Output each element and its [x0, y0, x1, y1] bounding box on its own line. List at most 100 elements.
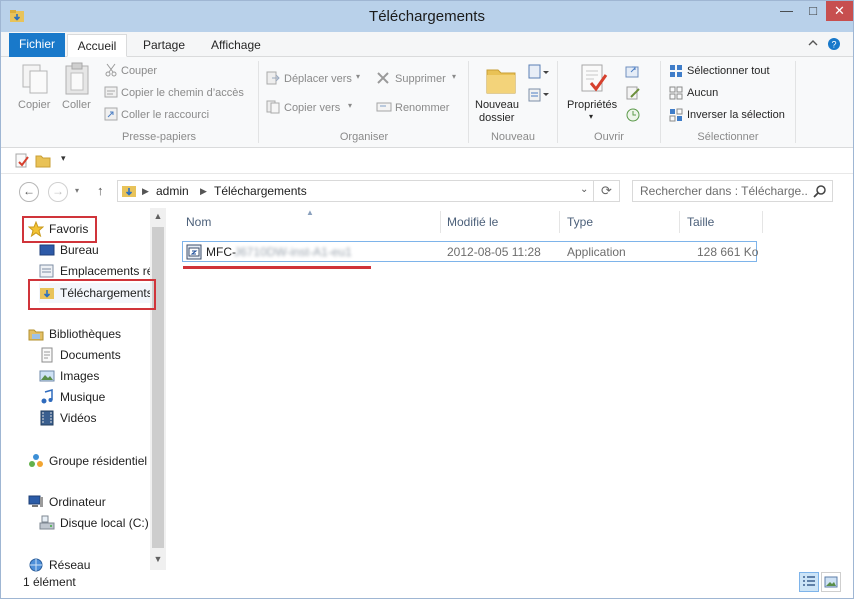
customize-toolbar-icon[interactable]: ▾ — [61, 153, 66, 164]
scissors-icon — [105, 63, 117, 77]
tab-home[interactable]: Accueil — [67, 34, 127, 57]
window-title: Téléchargements — [369, 8, 485, 25]
column-header-size[interactable]: Taille — [687, 215, 714, 229]
annotation-box-favorites — [22, 216, 97, 243]
navigation-pane: Favoris Bureau Emplacements récents Télé… — [1, 208, 166, 572]
search-input[interactable] — [633, 181, 809, 201]
pictures-icon — [39, 370, 55, 382]
column-header-modified[interactable]: Modifié le — [447, 215, 498, 229]
column-divider[interactable] — [762, 211, 763, 233]
nav-documents[interactable]: Documents — [39, 345, 150, 365]
invert-selection-button[interactable]: Inverser la sélection — [687, 109, 785, 121]
new-folder-button-line2[interactable]: dossier — [479, 112, 514, 124]
copy-to-icon — [266, 100, 280, 114]
documents-icon — [41, 347, 53, 363]
search-icon[interactable] — [813, 184, 827, 198]
quick-access-toolbar: ▾ — [1, 148, 853, 174]
tab-share[interactable]: Partage — [133, 34, 195, 57]
breadcrumb-separator-icon[interactable]: ▶ — [200, 186, 207, 197]
navigation-scrollbar[interactable]: ▲ ▼ — [150, 208, 166, 570]
homegroup-icon — [29, 454, 43, 467]
minimize-button[interactable]: — — [773, 1, 800, 21]
select-none-button[interactable]: Aucun — [687, 87, 718, 99]
file-type: Application — [567, 245, 626, 259]
column-divider[interactable] — [440, 211, 441, 233]
properties-dropdown-icon[interactable]: ▾ — [589, 112, 593, 121]
breadcrumb-separator-icon[interactable]: ▶ — [142, 186, 149, 197]
column-header-type[interactable]: Type — [567, 215, 593, 229]
status-bar: 1 élément — [1, 572, 853, 598]
copy-button[interactable]: Copier — [18, 99, 50, 111]
nav-pictures[interactable]: Images — [39, 366, 150, 386]
paste-shortcut-button[interactable]: Coller le raccourci — [121, 109, 209, 121]
scroll-down-icon[interactable]: ▼ — [150, 554, 166, 564]
item-count: 1 élément — [23, 575, 76, 589]
edit-icon[interactable] — [625, 85, 641, 101]
properties-icon[interactable] — [14, 153, 30, 169]
rename-button[interactable]: Renommer — [395, 102, 449, 114]
tab-file[interactable]: Fichier — [9, 33, 65, 57]
breadcrumb-downloads[interactable]: Téléchargements — [214, 184, 307, 198]
column-header-name[interactable]: Nom — [186, 215, 211, 229]
paste-button[interactable]: Coller — [62, 99, 91, 111]
forward-arrow-icon[interactable]: → — [48, 182, 68, 202]
new-folder-icon[interactable] — [35, 153, 51, 169]
open-icon[interactable] — [625, 63, 641, 79]
cut-button[interactable]: Couper — [121, 65, 157, 77]
file-name-prefix: MFC- — [206, 245, 236, 259]
properties-icon — [581, 64, 608, 92]
svg-text:?: ? — [831, 40, 836, 50]
address-bar[interactable]: ▶ admin ▶ Téléchargements ⌄ — [117, 180, 594, 202]
nav-recent-places[interactable]: Emplacements récents — [39, 261, 150, 281]
back-arrow-icon[interactable]: ← — [19, 182, 39, 202]
title-bar: Téléchargements — □ ✕ — [1, 1, 853, 32]
large-icons-view-icon — [824, 576, 838, 588]
move-to-button[interactable]: Déplacer vers — [284, 73, 352, 85]
file-name-redacted: J6710DW-inst-A1-eu1 — [234, 245, 352, 259]
chevron-up-icon[interactable] — [807, 37, 819, 49]
details-view-button[interactable] — [799, 572, 819, 592]
file-row[interactable]: MFC- J6710DW-inst-A1-eu1 2012-08-05 11:2… — [182, 241, 758, 262]
history-icon[interactable] — [625, 107, 641, 123]
nav-computer[interactable]: Ordinateur — [28, 492, 150, 512]
nav-local-disk[interactable]: Disque local (C:) — [39, 513, 150, 533]
folder-download-icon — [122, 186, 136, 197]
navigation-bar: ← → ▾ ↑ ▶ admin ▶ Téléchargements ⌄ ⟳ — [1, 174, 853, 208]
scrollbar-thumb[interactable] — [152, 227, 164, 548]
details-view-icon — [803, 576, 815, 586]
delete-icon — [377, 72, 389, 84]
easy-access-icon[interactable] — [528, 86, 550, 104]
properties-button[interactable]: Propriétés — [567, 99, 617, 111]
address-dropdown-icon[interactable]: ⌄ — [580, 184, 588, 195]
refresh-icon[interactable]: ⟳ — [594, 180, 620, 202]
videos-icon — [40, 410, 54, 426]
new-folder-button-line1[interactable]: Nouveau — [475, 99, 519, 111]
nav-desktop[interactable]: Bureau — [39, 240, 150, 260]
maximize-button[interactable]: □ — [800, 1, 826, 21]
annotation-underline — [183, 266, 371, 269]
copy-to-button[interactable]: Copier vers — [284, 102, 340, 114]
nav-homegroup[interactable]: Groupe résidentiel — [28, 451, 150, 471]
delete-dropdown-icon[interactable]: ▾ — [452, 72, 456, 81]
copy-path-button[interactable]: Copier le chemin d’accès — [121, 87, 244, 99]
up-arrow-icon[interactable]: ↑ — [97, 183, 104, 198]
copy-to-dropdown-icon[interactable]: ▾ — [348, 101, 352, 110]
tab-view[interactable]: Affichage — [201, 34, 271, 57]
select-all-button[interactable]: Sélectionner tout — [687, 65, 770, 77]
nav-libraries[interactable]: Bibliothèques — [28, 324, 150, 344]
recent-locations-dropdown-icon[interactable]: ▾ — [75, 186, 79, 195]
breadcrumb-admin[interactable]: admin — [156, 184, 189, 198]
large-icons-view-button[interactable] — [821, 572, 841, 592]
ribbon: Copier Coller Couper Copier le chemin d’… — [1, 57, 853, 148]
column-divider[interactable] — [559, 211, 560, 233]
nav-videos[interactable]: Vidéos — [39, 408, 150, 428]
close-button[interactable]: ✕ — [826, 1, 853, 21]
nav-music[interactable]: Musique — [39, 387, 150, 407]
help-icon[interactable]: ? — [827, 37, 841, 51]
move-to-dropdown-icon[interactable]: ▾ — [356, 72, 360, 81]
column-divider[interactable] — [679, 211, 680, 233]
group-divider — [795, 61, 796, 143]
scroll-up-icon[interactable]: ▲ — [150, 211, 166, 221]
delete-button[interactable]: Supprimer — [395, 73, 446, 85]
new-item-icon[interactable] — [528, 64, 550, 82]
